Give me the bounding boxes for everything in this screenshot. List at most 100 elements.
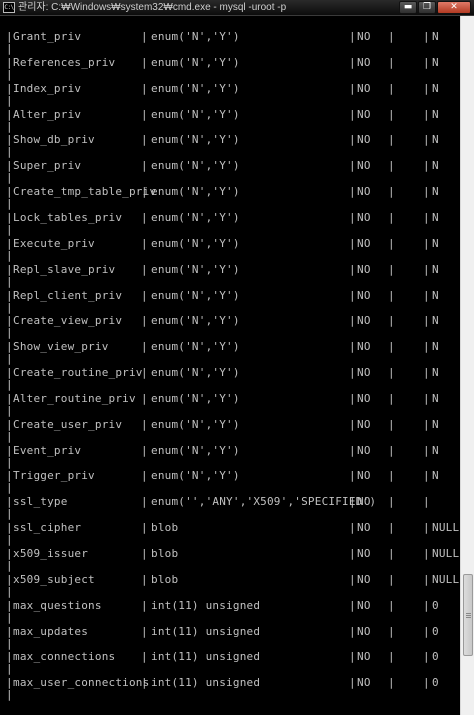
- field-null: NO: [357, 625, 371, 638]
- row-pipe: |: [141, 444, 148, 457]
- field-name: Create_user_priv: [13, 418, 123, 431]
- row-separator-pipe: |: [6, 585, 13, 598]
- row-separator-pipe: |: [6, 662, 13, 675]
- row-separator-pipe: |: [6, 249, 13, 262]
- field-default: N: [432, 340, 439, 353]
- row-pipe: |: [423, 521, 430, 534]
- row-pipe: |: [388, 599, 395, 612]
- row-pipe: |: [423, 469, 430, 482]
- field-name: Lock_tables_priv: [13, 211, 123, 224]
- row-pipe: |: [349, 289, 356, 302]
- field-name: Show_view_priv: [13, 340, 109, 353]
- field-default: N: [432, 108, 439, 121]
- row-pipe: |: [423, 495, 430, 508]
- field-type: enum('N','Y'): [151, 263, 240, 276]
- row-separator-pipe: |: [6, 430, 13, 443]
- row-pipe: |: [388, 263, 395, 276]
- field-default: N: [432, 237, 439, 250]
- field-null: NO: [357, 314, 371, 327]
- row-pipe: |: [141, 314, 148, 327]
- table-row: | Execute_priv | enum('N','Y') | NO | | N: [0, 237, 460, 251]
- maximize-button[interactable]: ❐: [418, 1, 436, 14]
- row-pipe: |: [141, 366, 148, 379]
- field-type: blob: [151, 573, 179, 586]
- thumb-grip-icon: [466, 615, 471, 616]
- row-pipe: |: [388, 133, 395, 146]
- field-null: NO: [357, 444, 371, 457]
- row-pipe: |: [423, 676, 430, 689]
- field-default: N: [432, 82, 439, 95]
- field-null: NO: [357, 599, 371, 612]
- row-pipe: |: [423, 159, 430, 172]
- row-separator-pipe: |: [6, 326, 13, 339]
- row-pipe: |: [423, 547, 430, 560]
- field-null: NO: [357, 133, 371, 146]
- scrollbar-thumb[interactable]: [463, 574, 473, 656]
- row-separator-pipe: |: [6, 94, 13, 107]
- row-pipe: |: [423, 289, 430, 302]
- field-name: Trigger_priv: [13, 469, 95, 482]
- row-pipe: |: [141, 211, 148, 224]
- row-pipe: |: [349, 521, 356, 534]
- row-pipe: |: [349, 573, 356, 586]
- field-null: NO: [357, 211, 371, 224]
- minimize-button[interactable]: ▬: [399, 1, 417, 14]
- field-type: int(11) unsigned: [151, 676, 261, 689]
- thumb-grip-icon: [466, 617, 471, 618]
- field-default: N: [432, 30, 439, 43]
- field-type: enum('N','Y'): [151, 133, 240, 146]
- table-row: | Repl_slave_priv | enum('N','Y') | NO | | N: [0, 263, 460, 277]
- field-null: NO: [357, 521, 371, 534]
- row-pipe: |: [349, 82, 356, 95]
- row-pipe: |: [423, 573, 430, 586]
- field-null: NO: [357, 340, 371, 353]
- row-pipe: |: [423, 30, 430, 43]
- row-pipe: |: [388, 82, 395, 95]
- cmd-app-icon[interactable]: C:\: [3, 2, 15, 13]
- field-null: NO: [357, 573, 371, 586]
- console-output[interactable]: | Grant_priv | enum('N','Y') | NO | | N | | Referen…: [0, 16, 460, 715]
- row-pipe: |: [141, 30, 148, 43]
- row-pipe: |: [388, 444, 395, 457]
- row-pipe: |: [423, 366, 430, 379]
- row-pipe: |: [423, 418, 430, 431]
- row-separator-pipe: |: [6, 301, 13, 314]
- field-null: NO: [357, 289, 371, 302]
- field-name: max_questions: [13, 599, 102, 612]
- field-type: enum('N','Y'): [151, 418, 240, 431]
- window-title: 관리자: C:₩Windows₩system32₩cmd.exe - mysql…: [18, 2, 287, 13]
- row-pipe: |: [388, 676, 395, 689]
- row-pipe: |: [349, 30, 356, 43]
- row-pipe: |: [423, 185, 430, 198]
- field-default: N: [432, 314, 439, 327]
- field-name: ssl_type: [13, 495, 68, 508]
- row-pipe: |: [388, 159, 395, 172]
- field-type: enum('N','Y'): [151, 444, 240, 457]
- field-type: enum('N','Y'): [151, 366, 240, 379]
- row-pipe: |: [141, 185, 148, 198]
- vertical-scrollbar[interactable]: [460, 16, 474, 715]
- row-separator-pipe: |: [6, 120, 13, 133]
- table-row: | Trigger_priv | enum('N','Y') | NO | | N: [0, 469, 460, 483]
- table-row: | ssl_type | enum('','ANY','X509','SPECIFIE…: [0, 495, 460, 509]
- row-pipe: |: [423, 82, 430, 95]
- close-button[interactable]: ✕: [437, 1, 471, 14]
- field-type: enum('N','Y'): [151, 237, 240, 250]
- field-default: N: [432, 366, 439, 379]
- field-null: NO: [357, 547, 371, 560]
- field-default: N: [432, 211, 439, 224]
- row-separator-pipe: |: [6, 507, 13, 520]
- row-pipe: |: [388, 289, 395, 302]
- field-default: N: [432, 56, 439, 69]
- title-bar[interactable]: C:\ 관리자: C:₩Windows₩system32₩cmd.exe - m…: [0, 0, 474, 16]
- field-type: int(11) unsigned: [151, 625, 261, 638]
- row-pipe: |: [388, 30, 395, 43]
- row-separator-pipe: |: [6, 481, 13, 494]
- row-pipe: |: [141, 521, 148, 534]
- row-separator-pipe: |: [6, 456, 13, 469]
- field-null: NO: [357, 159, 371, 172]
- field-default: NULL: [432, 573, 460, 586]
- table-row: | Alter_routine_priv | enum('N','Y') | NO | | N: [0, 392, 460, 406]
- field-type: enum('N','Y'): [151, 469, 240, 482]
- field-default: 0: [432, 599, 439, 612]
